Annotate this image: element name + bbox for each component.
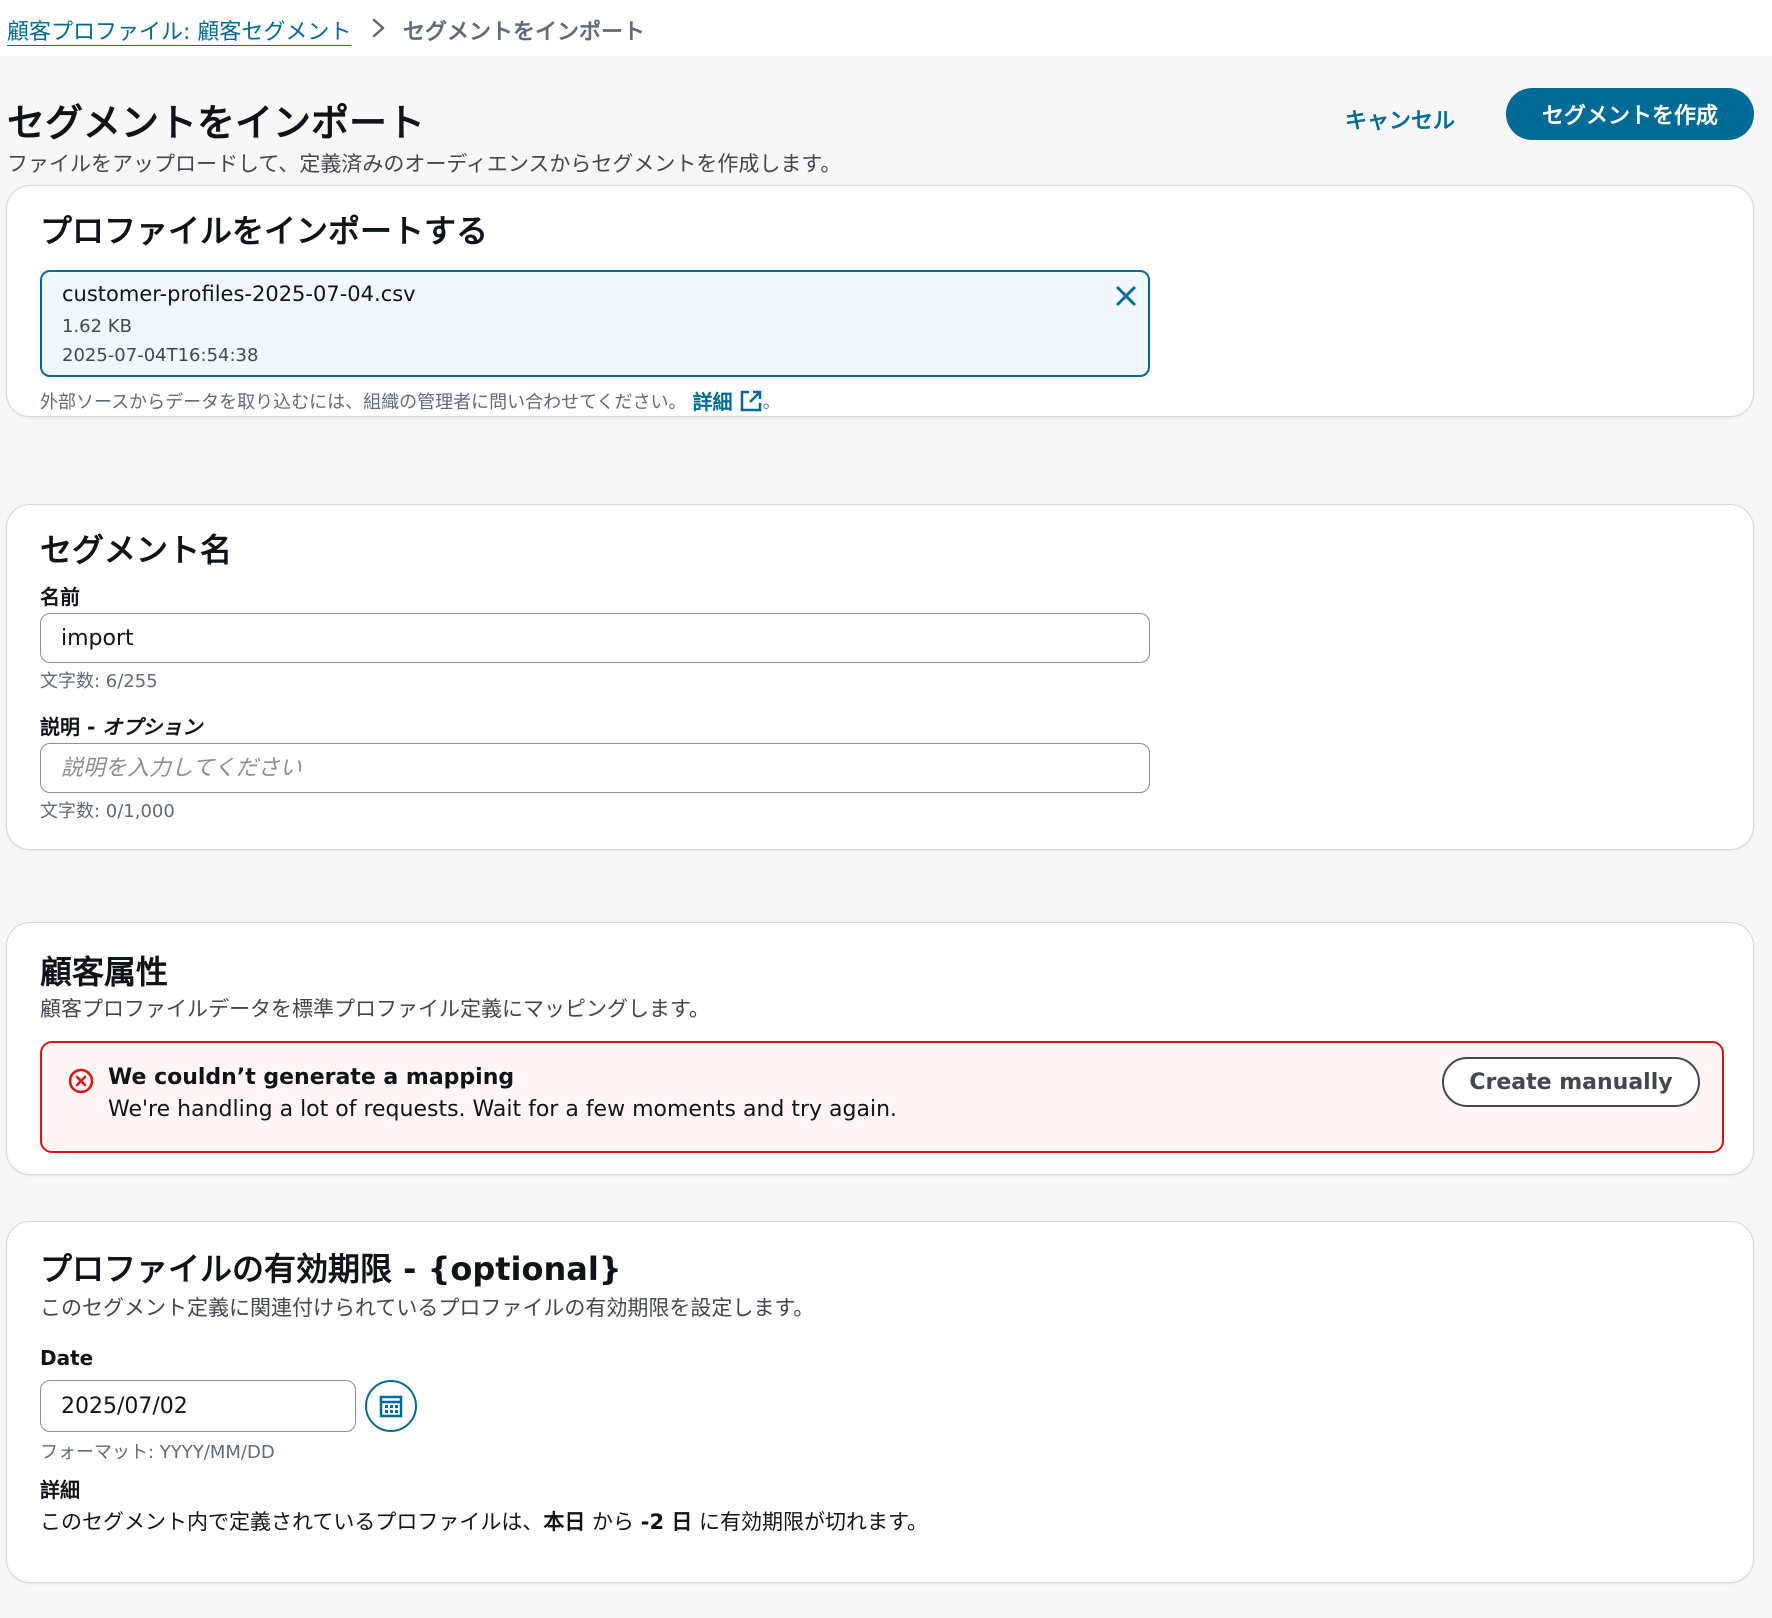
page-content: セグメントをインポート ファイルをアップロードして、定義済みのオーディエンスから… (0, 56, 1772, 1618)
description-char-counter: 文字数: 0/1,000 (40, 801, 175, 822)
breadcrumb: 顧客プロファイル: 顧客セグメント セグメントをインポート (0, 0, 1772, 56)
date-input[interactable] (40, 1380, 356, 1432)
attributes-section-title: 顧客属性 (40, 953, 169, 991)
name-char-counter: 文字数: 6/255 (40, 671, 158, 692)
detail-post: に有効期限が切れます。 (692, 1510, 928, 1534)
uploaded-file: customer-profiles-2025-07-04.csv 1.62 KB… (40, 270, 1150, 377)
name-input[interactable] (40, 613, 1150, 663)
external-link-icon[interactable] (739, 389, 763, 413)
error-icon (68, 1068, 94, 1094)
description-optional: オプション (102, 715, 203, 739)
breadcrumb-parent-link[interactable]: 顧客プロファイル: 顧客セグメント (7, 14, 351, 46)
detail-pre: このセグメント内で定義されているプロファイルは、 (40, 1510, 544, 1534)
create-segment-button[interactable]: セグメントを作成 (1506, 88, 1754, 140)
create-manually-button[interactable]: Create manually (1442, 1057, 1700, 1107)
import-section-title: プロファイルをインポートする (40, 212, 489, 250)
calendar-icon (379, 1395, 403, 1418)
import-help-text: 外部ソースからデータを取り込むには、組織の管理者に問い合わせてください。 詳細 … (40, 386, 781, 415)
close-icon[interactable] (1112, 282, 1140, 310)
chevron-right-icon (372, 18, 385, 38)
date-format-hint: フォーマット: YYYY/MM/DD (40, 1442, 275, 1463)
help-suffix: 。 (762, 391, 781, 413)
import-profiles-card: プロファイルをインポートする customer-profiles-2025-07… (6, 185, 1754, 417)
detail-from: から (585, 1510, 641, 1534)
name-label: 名前 (40, 585, 80, 609)
help-text: 外部ソースからデータを取り込むには、組織の管理者に問い合わせてください。 (40, 391, 687, 413)
description-label: 説明 - オプション (40, 711, 202, 740)
detail-today: 本日 (543, 1510, 586, 1534)
profile-expiry-card: プロファイルの有効期限 - {optional} このセグメント定義に関連付けら… (6, 1221, 1754, 1583)
file-name: customer-profiles-2025-07-04.csv (62, 282, 416, 306)
alert-title: We couldn’t generate a mapping (108, 1065, 515, 1090)
mapping-error-alert: We couldn’t generate a mapping We're han… (40, 1041, 1724, 1153)
date-label: Date (40, 1346, 94, 1370)
segment-name-card: セグメント名 名前 文字数: 6/255 説明 - オプション 文字数: 0/1… (6, 504, 1754, 850)
cancel-button[interactable]: キャンセル (1330, 96, 1470, 142)
customer-attributes-card: 顧客属性 顧客プロファイルデータを標準プロファイル定義にマッピングします。 We… (6, 922, 1754, 1175)
attributes-section-subtitle: 顧客プロファイルデータを標準プロファイル定義にマッピングします。 (40, 997, 710, 1021)
description-input[interactable] (40, 743, 1150, 793)
expiry-section-title: プロファイルの有効期限 - {optional} (40, 1250, 622, 1288)
expiry-section-subtitle: このセグメント定義に関連付けられているプロファイルの有効期限を設定します。 (40, 1296, 815, 1320)
breadcrumb-current: セグメントをインポート (403, 20, 646, 45)
file-size: 1.62 KB (62, 316, 132, 337)
alert-message: We're handling a lot of requests. Wait f… (108, 1097, 898, 1122)
file-modified-date: 2025-07-04T16:54:38 (62, 345, 259, 366)
calendar-button[interactable] (365, 1380, 417, 1432)
detail-days: -2 日 (640, 1510, 693, 1534)
description-label-text: 説明 - (40, 715, 103, 739)
segment-section-title: セグメント名 (40, 531, 233, 569)
detail-label: 詳細 (40, 1478, 80, 1502)
expiry-detail-text: このセグメント内で定義されているプロファイルは、本日 から -2 日 に有効期限… (40, 1506, 928, 1536)
learn-more-link[interactable]: 詳細 (693, 386, 733, 415)
page-title: セグメントをインポート (7, 101, 426, 145)
page-description: ファイルをアップロードして、定義済みのオーディエンスからセグメントを作成します。 (7, 152, 842, 176)
